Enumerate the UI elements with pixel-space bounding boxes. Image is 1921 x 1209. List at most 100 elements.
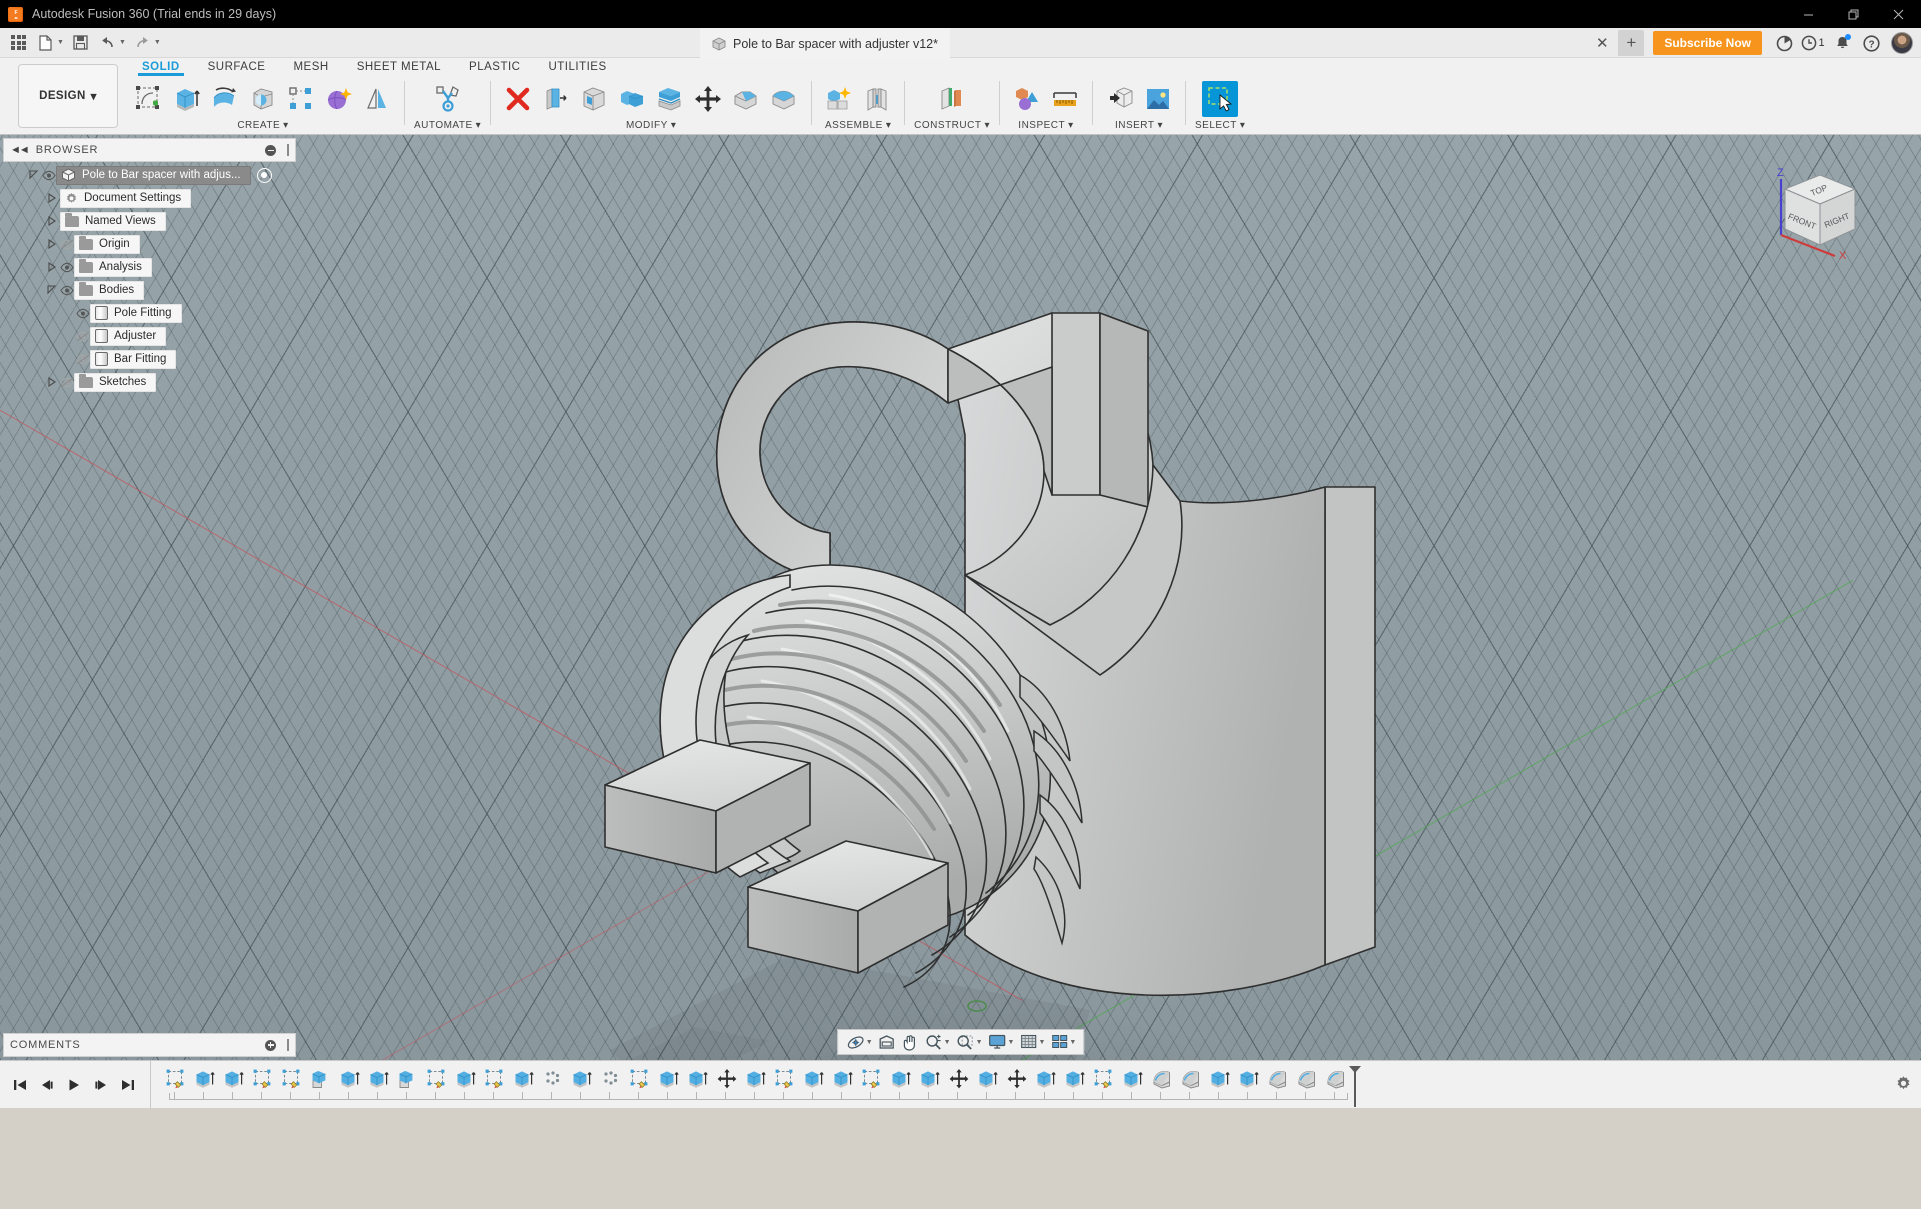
- new-component-icon[interactable]: [821, 81, 857, 117]
- play-icon[interactable]: [62, 1070, 86, 1100]
- tree-row-bodies[interactable]: Bodies: [16, 280, 306, 300]
- timeline-feature[interactable]: [828, 1061, 857, 1095]
- expander-collapsed-icon[interactable]: [44, 193, 60, 203]
- mirror-icon[interactable]: [359, 81, 395, 117]
- app-grid-icon[interactable]: [6, 31, 31, 55]
- panel-grip[interactable]: [287, 1039, 289, 1051]
- expander-expanded-icon[interactable]: [26, 170, 42, 180]
- visibility-eye-hidden-icon[interactable]: [76, 352, 90, 366]
- automate-icon[interactable]: [430, 81, 466, 117]
- visibility-eye-icon[interactable]: [42, 168, 56, 182]
- timeline-end-marker[interactable]: [1348, 1065, 1361, 1107]
- timeline-feature[interactable]: [857, 1061, 886, 1095]
- tree-row-document-settings[interactable]: Document Settings: [16, 188, 306, 208]
- visibility-eye-hidden-icon[interactable]: [60, 375, 74, 389]
- tab-mesh[interactable]: MESH: [279, 58, 342, 73]
- visibility-eye-hidden-icon[interactable]: [60, 237, 74, 251]
- timeline-feature[interactable]: [1263, 1061, 1292, 1095]
- timeline-feature[interactable]: [538, 1061, 567, 1095]
- form-icon[interactable]: [321, 81, 357, 117]
- tree-row-origin[interactable]: Origin: [16, 234, 306, 254]
- undo-icon[interactable]: [95, 31, 120, 55]
- tree-chip-bar-fitting[interactable]: Bar Fitting: [90, 349, 177, 369]
- timeline-feature[interactable]: [219, 1061, 248, 1095]
- measure-icon[interactable]: [1047, 81, 1083, 117]
- save-icon[interactable]: [68, 31, 93, 55]
- timeline-feature[interactable]: [770, 1061, 799, 1095]
- timeline-feature[interactable]: [654, 1061, 683, 1095]
- timeline-feature[interactable]: [1060, 1061, 1089, 1095]
- timeline-feature[interactable]: [1147, 1061, 1176, 1095]
- tree-row-bar-fitting[interactable]: Bar Fitting: [16, 349, 306, 369]
- subscribe-now-button[interactable]: Subscribe Now: [1653, 31, 1762, 55]
- double-chevron-left-icon[interactable]: ◄◄: [10, 144, 30, 156]
- close-document-button[interactable]: ✕: [1589, 28, 1615, 58]
- expander-collapsed-icon[interactable]: [44, 262, 60, 272]
- timeline-feature[interactable]: [1002, 1061, 1031, 1095]
- tree-chip-root[interactable]: Pole to Bar spacer with adjus...: [56, 165, 251, 185]
- 3d-viewport[interactable]: ◄◄ BROWSER Pole to Bar spacer with adjus…: [0, 135, 1921, 1060]
- activate-component-radio[interactable]: [256, 167, 272, 183]
- panel-select-label[interactable]: SELECT ▾: [1195, 120, 1245, 131]
- zoom-window-caret[interactable]: ▼: [976, 1039, 983, 1046]
- zoom-icon[interactable]: [923, 1031, 946, 1053]
- go-to-end-icon[interactable]: [116, 1070, 140, 1100]
- tab-solid[interactable]: SOLID: [128, 58, 194, 76]
- timeline-feature[interactable]: [886, 1061, 915, 1095]
- viewports-caret[interactable]: ▼: [1069, 1039, 1076, 1046]
- timeline-feature[interactable]: [915, 1061, 944, 1095]
- timeline-feature[interactable]: [1176, 1061, 1205, 1095]
- pan-icon[interactable]: [900, 1031, 922, 1053]
- delete-icon[interactable]: [500, 81, 536, 117]
- zoom-caret[interactable]: ▼: [944, 1039, 951, 1046]
- document-tab[interactable]: Pole to Bar spacer with adjuster v12*: [700, 28, 950, 58]
- insert-derive-icon[interactable]: [1102, 81, 1138, 117]
- interference-icon[interactable]: [1009, 81, 1045, 117]
- tree-chip-origin[interactable]: Origin: [74, 234, 140, 254]
- timeline-feature[interactable]: [1118, 1061, 1147, 1095]
- timeline-feature[interactable]: [509, 1061, 538, 1095]
- tab-utilities[interactable]: UTILITIES: [534, 58, 620, 73]
- move-copy-icon[interactable]: [690, 81, 726, 117]
- tree-row-analysis[interactable]: Analysis: [16, 257, 306, 277]
- new-file-icon[interactable]: [33, 31, 58, 55]
- zoom-window-icon[interactable]: [954, 1031, 978, 1053]
- tree-chip-sketches[interactable]: Sketches: [74, 372, 157, 392]
- expander-collapsed-icon[interactable]: [44, 377, 60, 387]
- tab-plastic[interactable]: PLASTIC: [455, 58, 534, 73]
- timeline-feature[interactable]: [306, 1061, 335, 1095]
- display-settings-icon[interactable]: [986, 1031, 1010, 1053]
- timeline-feature[interactable]: [364, 1061, 393, 1095]
- chamfer-icon[interactable]: [766, 81, 802, 117]
- tree-chip-adjuster[interactable]: Adjuster: [90, 326, 167, 346]
- expander-collapsed-icon[interactable]: [44, 239, 60, 249]
- tree-row-root[interactable]: Pole to Bar spacer with adjus...: [16, 165, 306, 185]
- timeline-feature[interactable]: [1089, 1061, 1118, 1095]
- grid-snap-icon[interactable]: [1017, 1031, 1040, 1053]
- fillet-icon[interactable]: [728, 81, 764, 117]
- user-avatar[interactable]: [1891, 32, 1913, 54]
- tree-row-sketches[interactable]: Sketches: [16, 372, 306, 392]
- look-at-icon[interactable]: [876, 1031, 899, 1053]
- timeline-feature[interactable]: [625, 1061, 654, 1095]
- grid-caret[interactable]: ▼: [1038, 1039, 1045, 1046]
- tree-row-named-views[interactable]: Named Views: [16, 211, 306, 231]
- shell-icon[interactable]: [576, 81, 612, 117]
- visibility-eye-hidden-icon[interactable]: [76, 329, 90, 343]
- undo-caret[interactable]: ▼: [119, 39, 126, 46]
- timeline-feature[interactable]: [567, 1061, 596, 1095]
- orbit-caret[interactable]: ▼: [866, 1039, 873, 1046]
- create-sketch-icon[interactable]: [131, 81, 167, 117]
- view-cube[interactable]: Z X TOP FRONT RIGHT: [1763, 157, 1873, 262]
- step-forward-icon[interactable]: [89, 1070, 113, 1100]
- panel-inspect-label[interactable]: INSPECT ▾: [1018, 120, 1073, 131]
- close-button[interactable]: [1876, 0, 1921, 28]
- timeline-feature[interactable]: [277, 1061, 306, 1095]
- panel-modify-label[interactable]: MODIFY ▾: [626, 120, 676, 131]
- timeline-feature[interactable]: [596, 1061, 625, 1095]
- add-comment-icon[interactable]: [265, 1039, 276, 1051]
- recent-clock-icon[interactable]: 1: [1800, 30, 1826, 56]
- timeline-feature[interactable]: [161, 1061, 190, 1095]
- gear-icon[interactable]: [1895, 1075, 1912, 1092]
- panel-insert-label[interactable]: INSERT ▾: [1115, 120, 1163, 131]
